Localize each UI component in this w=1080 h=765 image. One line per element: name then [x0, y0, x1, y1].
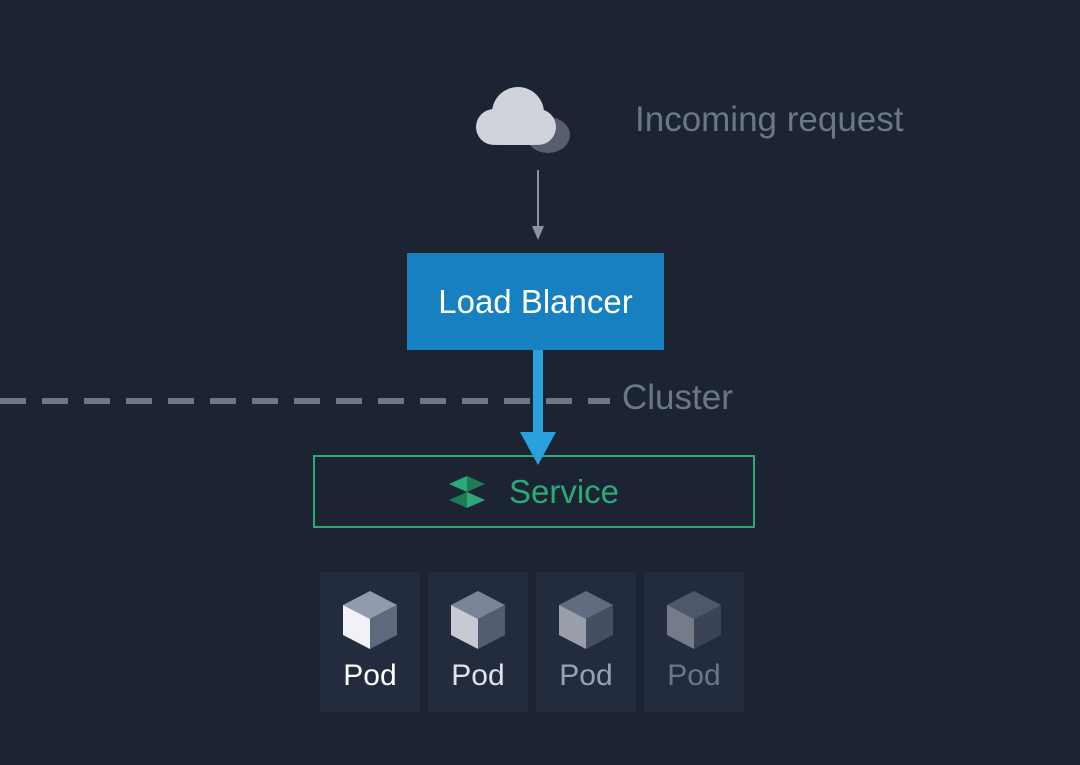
cube-icon [343, 591, 397, 649]
load-balancer-box: Load Blancer [407, 253, 664, 350]
arrow-lb-to-service [532, 350, 558, 470]
pod-label: Pod [451, 659, 504, 693]
pod-cell: Pod [428, 572, 528, 712]
pods-row: Pod Pod Pod Pod [320, 572, 744, 712]
cube-icon [667, 591, 721, 649]
load-balancer-label: Load Blancer [438, 283, 632, 321]
cube-icon [451, 591, 505, 649]
cube-icon [559, 591, 613, 649]
service-label: Service [509, 473, 619, 511]
pod-cell: Pod [536, 572, 636, 712]
service-hex-icon [449, 476, 485, 508]
cloud-icon [470, 85, 590, 170]
pod-label: Pod [667, 659, 720, 693]
pod-label: Pod [559, 659, 612, 693]
pod-label: Pod [343, 659, 396, 693]
pod-cell: Pod [320, 572, 420, 712]
cluster-label: Cluster [622, 378, 733, 418]
pod-cell: Pod [644, 572, 744, 712]
incoming-request-label: Incoming request [635, 100, 903, 140]
arrow-cloud-to-lb [532, 170, 544, 245]
